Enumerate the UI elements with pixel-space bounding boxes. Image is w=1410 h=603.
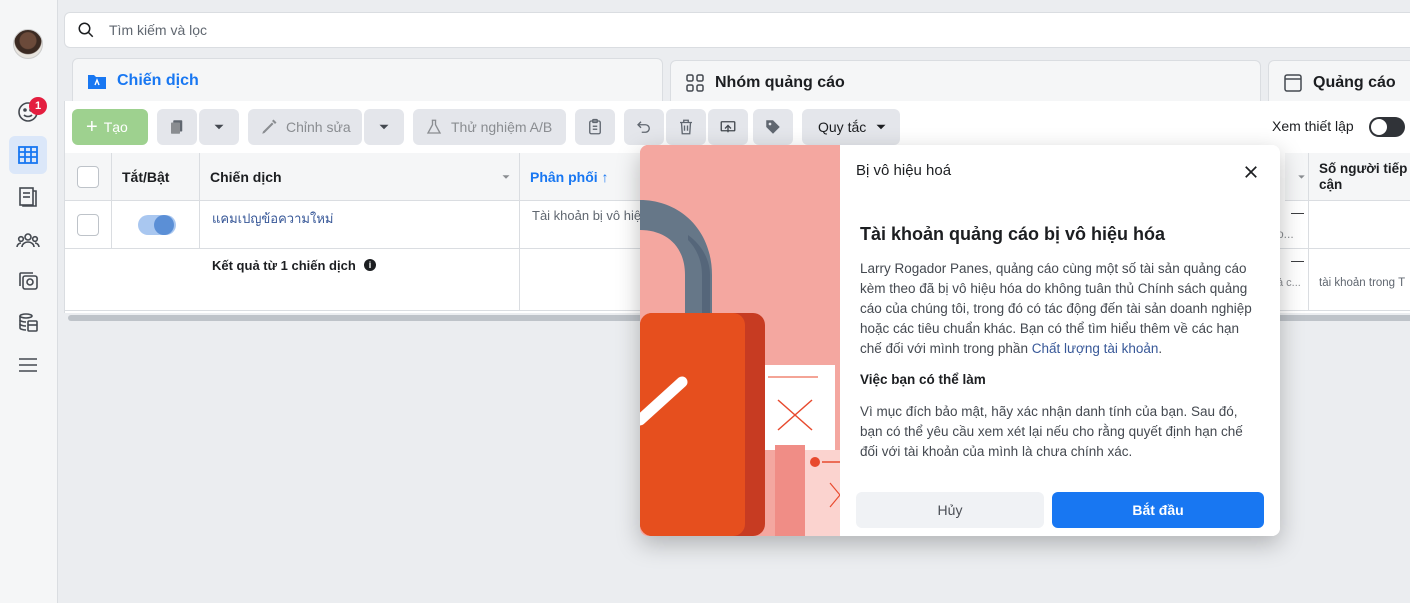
media-library-icon[interactable] — [14, 267, 42, 295]
rules-label: Quy tắc — [818, 119, 867, 135]
edit-dropdown[interactable] — [364, 109, 404, 145]
audiences-icon[interactable] — [14, 226, 42, 254]
plus-icon: + — [86, 115, 98, 138]
tag-button[interactable] — [753, 109, 793, 145]
account-quality-link[interactable]: Chất lượng tài khoản — [1032, 341, 1159, 356]
duplicate-button[interactable] — [157, 109, 197, 145]
menu-icon[interactable] — [14, 351, 42, 379]
left-rail: 1 — [0, 0, 58, 603]
avatar[interactable] — [13, 29, 43, 59]
campaigns-table-icon[interactable] — [9, 136, 47, 174]
chevron-down-icon — [876, 124, 886, 130]
tab-label: Nhóm quảng cáo — [715, 73, 845, 91]
view-setup-label: Xem thiết lập — [1272, 118, 1354, 134]
search-bar[interactable]: Tìm kiếm và lọc — [64, 12, 1410, 48]
chevron-down-icon — [379, 124, 389, 130]
info-icon[interactable]: i — [364, 259, 376, 271]
dash-value: — — [1291, 205, 1304, 220]
swap-icon — [720, 121, 736, 133]
dialog-body-end: . — [1158, 341, 1163, 356]
header-reach[interactable]: Số người tiếp cận — [1309, 153, 1410, 201]
tab-ad-sets[interactable]: Nhóm quảng cáo — [670, 60, 1261, 104]
cancel-button[interactable]: Hủy — [856, 492, 1044, 528]
edit-button[interactable]: Chỉnh sửa — [248, 109, 362, 145]
dialog-subheading: Việc bạn có thể làm — [860, 372, 986, 387]
create-button[interactable]: + Tạo — [72, 109, 148, 145]
dialog-panel: Bị vô hiệu hoá Tài khoản quảng cáo bị vô… — [840, 145, 1280, 536]
row-checkbox-cell — [65, 201, 112, 249]
campaign-toggle[interactable] — [138, 215, 176, 235]
ad-frame-icon — [1283, 73, 1303, 93]
clipboard-icon — [589, 118, 601, 135]
disabled-account-dialog: Bị vô hiệu hoá Tài khoản quảng cáo bị vô… — [640, 145, 1280, 536]
ab-test-label: Thử nghiệm A/B — [451, 119, 553, 135]
chevron-down-icon — [502, 174, 510, 179]
ab-test-button[interactable]: Thử nghiệm A/B — [413, 109, 566, 145]
tab-label: Quảng cáo — [1313, 73, 1396, 91]
close-icon — [1245, 166, 1257, 178]
rules-button[interactable]: Quy tắc — [802, 109, 900, 145]
row-dash-cell: — o... — [1275, 201, 1309, 249]
folder-icon — [87, 71, 107, 91]
summary-empty-cell — [65, 249, 200, 311]
summary-campaign-cell: Kết quả từ 1 chiến dịch i — [200, 249, 520, 311]
export-button[interactable] — [708, 109, 748, 145]
header-campaign[interactable]: Chiến dịch — [200, 153, 520, 201]
summary-dash-sub: ả c... — [1277, 277, 1301, 289]
dialog-body: Larry Rogador Panes, quảng cáo cùng một … — [860, 259, 1260, 359]
duplicate-icon — [171, 120, 183, 134]
view-setup-toggle[interactable] — [1369, 117, 1405, 137]
notification-badge: 1 — [29, 97, 47, 115]
tab-label: Chiến dịch — [117, 71, 199, 89]
padlock-illustration — [640, 145, 840, 536]
summary-dash-cell: — ả c... — [1275, 249, 1309, 311]
pencil-icon — [262, 119, 277, 134]
summary-delivery-cell — [520, 249, 650, 311]
header-toggle[interactable]: Tắt/Bật — [112, 153, 200, 201]
delivery-status: Tài khoản bị vô hiệ — [532, 208, 642, 223]
row-checkbox[interactable] — [77, 214, 99, 236]
flask-icon — [426, 119, 442, 134]
close-button[interactable] — [1238, 159, 1264, 185]
delete-button[interactable] — [666, 109, 706, 145]
undo-icon — [637, 121, 650, 133]
padlock-icon — [640, 145, 840, 536]
select-all-header — [65, 153, 112, 201]
tab-campaigns[interactable]: Chiến dịch — [72, 58, 663, 102]
edit-label: Chỉnh sửa — [286, 119, 351, 135]
header-campaign-label: Chiến dịch — [210, 168, 282, 185]
chevron-down-icon — [1298, 174, 1305, 179]
summary-reach-cell: tài khoản trong T — [1309, 249, 1410, 311]
campaign-name-link[interactable]: แคมเปญข้อความใหม่ — [212, 208, 333, 229]
reports-icon[interactable] — [14, 183, 42, 211]
tab-ads[interactable]: Quảng cáo — [1268, 60, 1410, 104]
summary-reach-text: tài khoản trong T — [1319, 277, 1406, 289]
billing-icon[interactable] — [14, 309, 42, 337]
row-toggle-cell — [112, 201, 200, 249]
grid-icon — [685, 73, 705, 93]
dialog-title: Bị vô hiệu hoá — [856, 162, 952, 179]
create-label: Tạo — [103, 119, 128, 135]
search-icon — [78, 22, 94, 38]
summary-label: Kết quả từ 1 chiến dịch — [212, 258, 356, 273]
dialog-heading: Tài khoản quảng cáo bị vô hiệu hóa — [860, 224, 1166, 244]
clipboard-button[interactable] — [575, 109, 615, 145]
undo-button[interactable] — [624, 109, 664, 145]
summary-dash-value: — — [1291, 253, 1304, 268]
chevron-down-icon — [214, 124, 224, 130]
select-all-checkbox[interactable] — [77, 166, 99, 188]
row-campaign-cell: แคมเปญข้อความใหม่ — [200, 201, 520, 249]
dialog-body-2: Vì mục đích bảo mật, hãy xác nhận danh t… — [860, 404, 1243, 459]
tag-icon — [766, 120, 780, 134]
duplicate-dropdown[interactable] — [199, 109, 239, 145]
header-delivery[interactable]: Phân phối ↑ — [520, 153, 650, 201]
start-button[interactable]: Bắt đầu — [1052, 492, 1264, 528]
header-dropdown[interactable] — [1285, 153, 1309, 201]
row-delivery-cell: Tài khoản bị vô hiệ — [520, 201, 650, 249]
row-reach-cell — [1309, 201, 1410, 249]
trash-icon — [680, 119, 692, 135]
search-input[interactable]: Tìm kiếm và lọc — [109, 22, 207, 38]
